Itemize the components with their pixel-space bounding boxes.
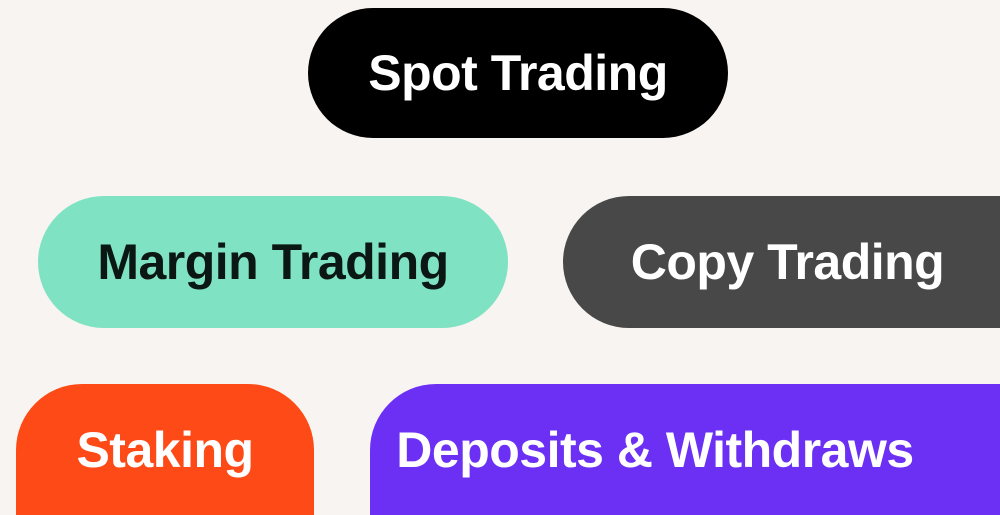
copy-trading-pill[interactable]: Copy Trading (563, 196, 1000, 328)
deposits-withdraws-label: Deposits & Withdraws (396, 421, 914, 478)
margin-trading-pill[interactable]: Margin Trading (38, 196, 508, 328)
pill-canvas: Spot Trading Margin Trading Copy Trading… (0, 0, 1000, 515)
deposits-withdraws-pill[interactable]: Deposits & Withdraws (370, 384, 1000, 515)
spot-trading-label: Spot Trading (368, 45, 668, 101)
spot-trading-pill[interactable]: Spot Trading (308, 8, 728, 138)
staking-pill[interactable]: Staking (16, 384, 314, 515)
staking-label: Staking (76, 421, 254, 478)
copy-trading-label: Copy Trading (630, 234, 945, 290)
margin-trading-label: Margin Trading (97, 234, 449, 290)
